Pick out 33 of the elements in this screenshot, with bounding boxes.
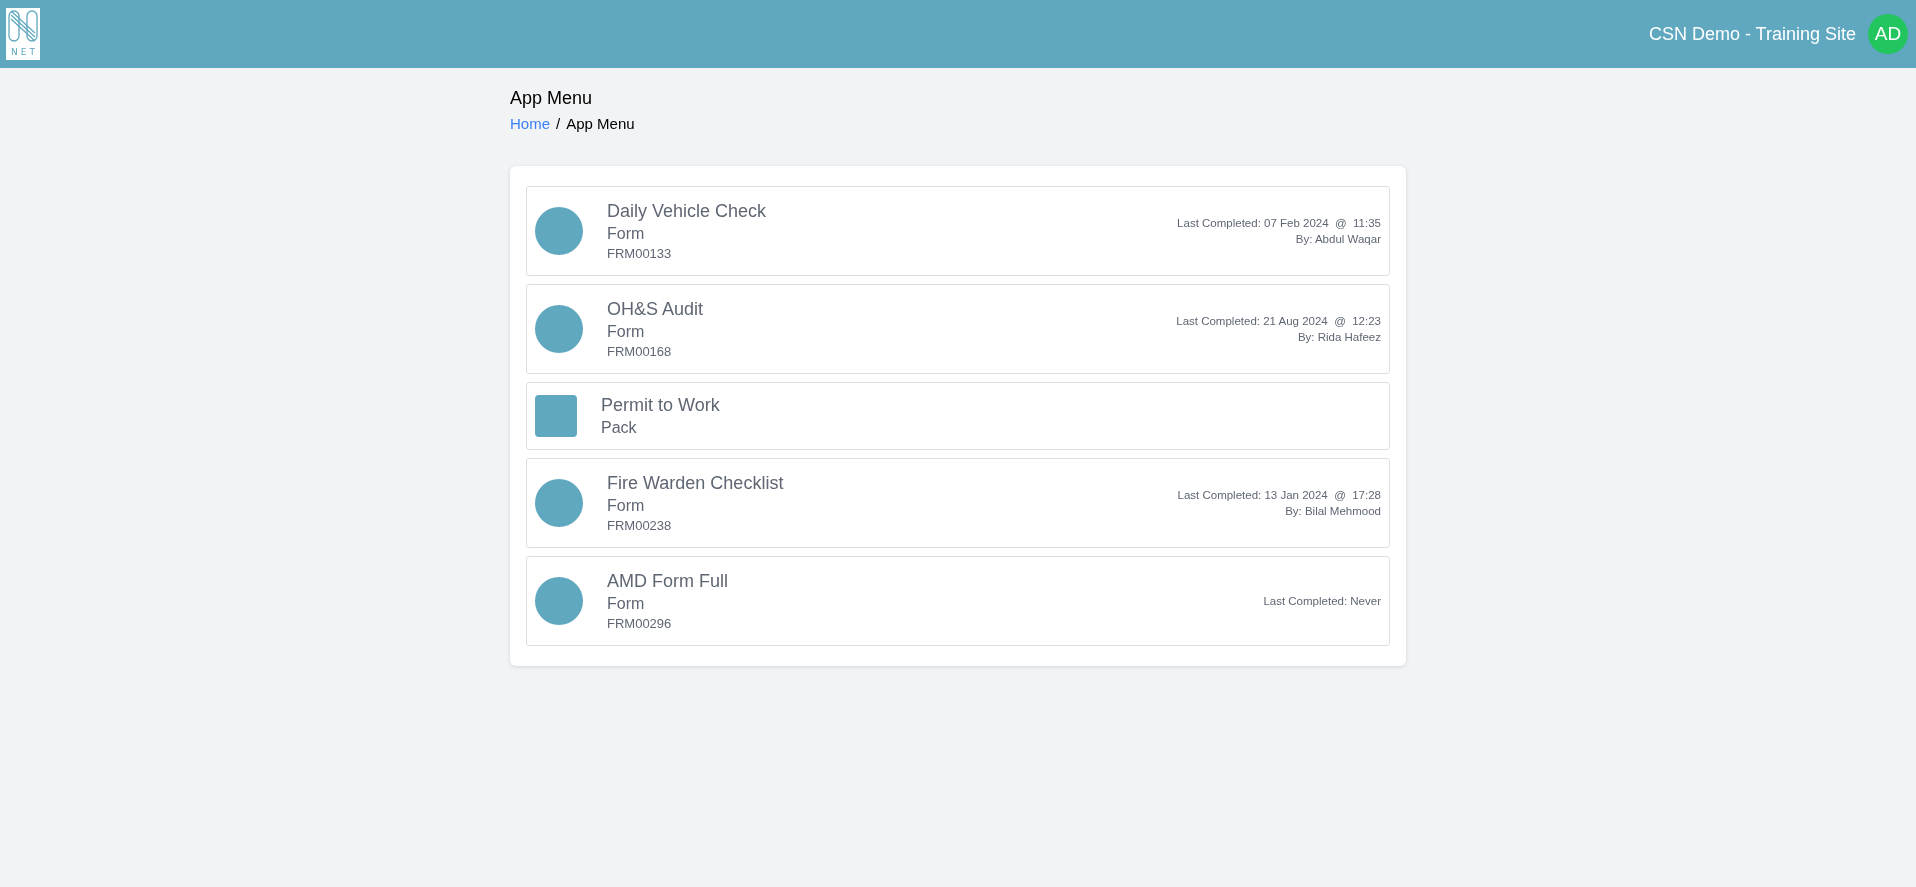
item-code: FRM00296: [607, 615, 673, 633]
completed-by: By: Bilal Mehmood: [1285, 504, 1381, 519]
item-type: Form: [607, 594, 646, 614]
page-title: App Menu: [510, 88, 594, 109]
last-completed: Last Completed: 13 Jan 2024 @ 17:28: [1177, 488, 1381, 503]
completed-by: By: Abdul Waqar: [1295, 232, 1381, 247]
completed-by: By: Rida Hafeez: [1297, 330, 1381, 345]
item-title: AMD Form Full: [607, 570, 729, 593]
menu-item[interactable]: Daily Vehicle Check Form FRM00133 Last Completed: 07 Feb 2024 @ 11:35 By: Abdul Waqar: [526, 186, 1390, 276]
item-type: Form: [607, 496, 646, 516]
last-completed: Last Completed: 21 Aug 2024 @ 12:23: [1176, 314, 1381, 329]
item-type: Form: [607, 322, 646, 342]
item-code: FRM00168: [607, 343, 673, 361]
breadcrumb-text: App Menu: [566, 115, 635, 132]
last-completed: Last Completed: Never: [1263, 594, 1381, 609]
breadcrumb-link[interactable]: Home: [510, 115, 550, 132]
menu-item[interactable]: Permit to Work Pack: [526, 382, 1390, 450]
logo-mark-icon: [8, 10, 38, 42]
item-title: Fire Warden Checklist: [607, 472, 785, 495]
site-name: CSN Demo - Training Site: [1648, 23, 1856, 45]
item-title: Daily Vehicle Check: [607, 200, 768, 223]
menu-item[interactable]: OH&S Audit Form FRM00168 Last Completed: 21 Aug 2024 @ 12:23 By: Rida Hafeez: [526, 284, 1390, 374]
logo-text: NET: [10, 47, 38, 57]
menu-item[interactable]: Fire Warden Checklist Form FRM00238 Last Completed: 13 Jan 2024 @ 17:28 By: Bilal Mehmood: [526, 458, 1390, 548]
item-code: FRM00133: [607, 245, 673, 263]
item-type: Form: [607, 224, 646, 244]
item-code: FRM00238: [607, 517, 673, 535]
item-title: OH&S Audit: [607, 298, 705, 321]
menu-item[interactable]: AMD Form Full Form FRM00296 Last Completed: Never: [526, 556, 1390, 646]
last-completed: Last Completed: 07 Feb 2024 @ 11:35: [1177, 216, 1381, 231]
item-title: Permit to Work: [601, 394, 721, 417]
item-type: Pack: [601, 418, 638, 438]
breadcrumb-text: /: [556, 115, 561, 132]
